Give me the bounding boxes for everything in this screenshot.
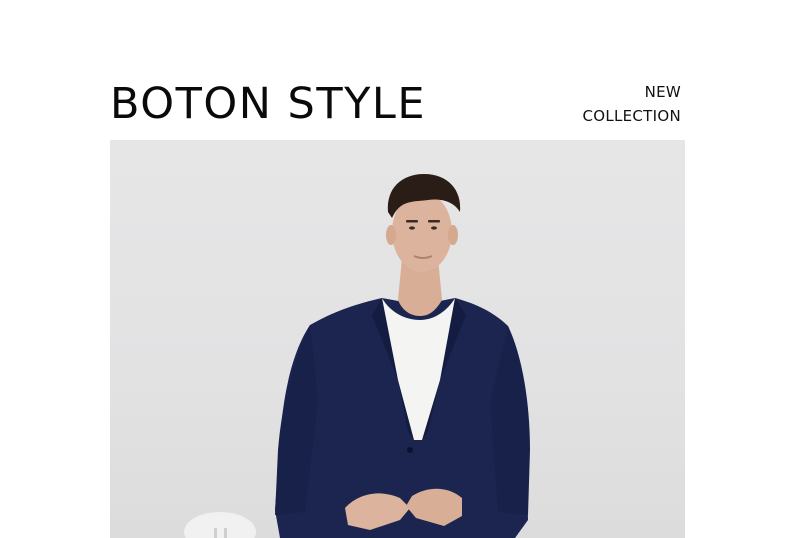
model-illustration (184, 174, 530, 538)
tag-line-new: NEW (644, 83, 681, 101)
lamp-icon (184, 512, 256, 538)
new-collection-tag: NEW COLLECTION (582, 80, 681, 128)
head (386, 174, 461, 272)
page: BOTON STYLE NEW COLLECTION (0, 0, 790, 538)
brand-title: BOTON STYLE (110, 79, 426, 129)
hero-image (110, 140, 685, 538)
tag-line-collection: COLLECTION (582, 107, 681, 125)
